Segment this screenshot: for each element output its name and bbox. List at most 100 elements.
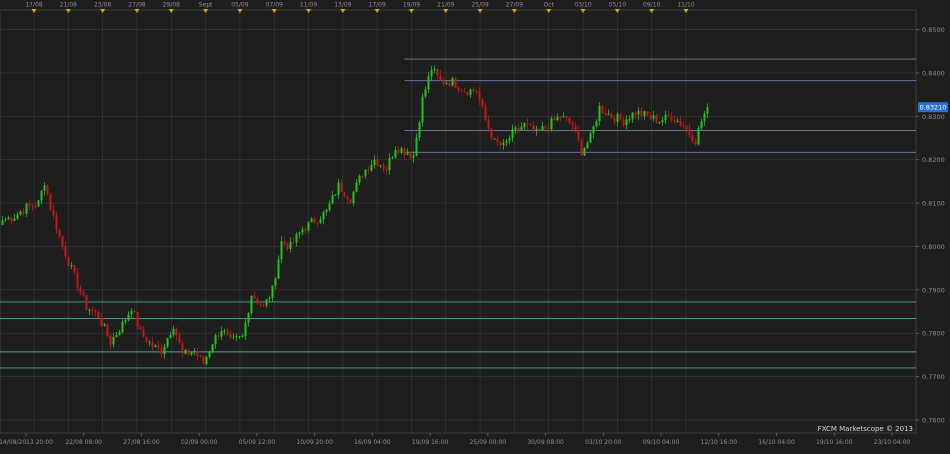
- candle-body: [586, 142, 589, 148]
- candle-body: [193, 350, 196, 353]
- x-bottom-label: 10/09 20:00: [296, 439, 333, 446]
- candle-body: [220, 331, 223, 337]
- candle-body: [529, 124, 532, 126]
- candle-body: [100, 317, 103, 326]
- candle-body: [652, 115, 655, 119]
- candle-body: [178, 335, 181, 344]
- candle-body: [517, 127, 520, 131]
- candle-body: [556, 117, 559, 121]
- candle-body: [226, 330, 229, 335]
- candle-body: [106, 324, 109, 336]
- candle-body: [73, 265, 76, 273]
- candle-body: [346, 196, 349, 200]
- candle-body: [31, 205, 34, 207]
- candle-body: [4, 219, 7, 221]
- candle-body: [550, 118, 553, 130]
- candle-body: [331, 195, 334, 204]
- candle-body: [133, 311, 136, 313]
- candle-body: [19, 211, 22, 215]
- candle-body: [61, 236, 64, 247]
- candle-body: [427, 76, 430, 90]
- candle-body: [145, 336, 148, 343]
- candle-body: [358, 175, 361, 183]
- candle-body: [535, 128, 538, 132]
- x-top-label: 07/09: [266, 2, 283, 9]
- candle-body: [274, 278, 277, 286]
- candle-body: [442, 80, 445, 84]
- chart-canvas[interactable]: 0.7600 0.7700 0.7800 0.7900 0.8000 0.8100 0.82…: [0, 0, 950, 450]
- candle-body: [181, 343, 184, 354]
- candle-body: [496, 138, 499, 143]
- candle-body: [421, 96, 424, 123]
- candle-body: [451, 77, 454, 86]
- candle-body: [622, 119, 625, 126]
- candle-body: [349, 199, 352, 204]
- candle-body: [247, 313, 250, 323]
- candle-body: [292, 241, 295, 243]
- candle-body: [685, 125, 688, 130]
- candle-body: [643, 111, 646, 116]
- candle-body: [343, 192, 346, 197]
- y-tick-label: 0.7800: [922, 330, 945, 338]
- candle-body: [670, 116, 673, 121]
- candle-body: [538, 128, 541, 131]
- candle-body: [154, 345, 157, 348]
- candle-body: [265, 299, 268, 306]
- candle-body: [625, 119, 628, 126]
- x-top-label: 05/10: [609, 2, 626, 9]
- candle-body: [310, 218, 313, 222]
- candle-body: [217, 335, 220, 337]
- candle-body: [694, 141, 697, 145]
- candle-body: [547, 127, 550, 130]
- candle-body: [244, 322, 247, 337]
- candle-body: [316, 222, 319, 224]
- x-bottom-label: 03/10 20:00: [585, 439, 622, 446]
- candle-body: [412, 155, 415, 158]
- chart-background: [0, 0, 950, 450]
- candle-body: [97, 312, 100, 318]
- candle-body: [631, 112, 634, 120]
- candle-body: [40, 190, 43, 201]
- x-top-label: 11/10: [677, 2, 694, 9]
- x-top-label: 05/09: [231, 2, 248, 9]
- candle-body: [682, 125, 685, 127]
- price-chart[interactable]: 0.7600 0.7700 0.7800 0.7900 0.8000 0.8100 0.82…: [0, 0, 950, 450]
- candle-body: [328, 203, 331, 210]
- candle-body: [322, 211, 325, 220]
- x-top-label: 23/08: [94, 2, 111, 9]
- candle-body: [610, 113, 613, 119]
- candle-body: [511, 129, 514, 139]
- candle-body: [49, 194, 52, 210]
- candle-body: [382, 165, 385, 169]
- y-tick-label: 0.7900: [922, 286, 945, 294]
- candle-body: [94, 311, 97, 313]
- candle-body: [499, 142, 502, 146]
- candle-body: [214, 335, 217, 345]
- candle-body: [172, 328, 175, 335]
- candle-body: [112, 337, 115, 345]
- candle-body: [367, 169, 370, 171]
- candle-body: [493, 138, 496, 140]
- candle-body: [472, 89, 475, 91]
- candle-body: [190, 352, 193, 355]
- last-price-label: 0.83210: [920, 104, 947, 112]
- candle-body: [88, 310, 91, 312]
- candle-body: [514, 127, 517, 130]
- candle-body: [583, 147, 586, 156]
- candle-body: [454, 77, 457, 88]
- candle-body: [589, 133, 592, 143]
- candle-body: [163, 346, 166, 355]
- candle-body: [127, 314, 130, 321]
- candle-body: [541, 126, 544, 131]
- candle-body: [91, 310, 94, 312]
- candle-body: [637, 110, 640, 115]
- candle-body: [604, 112, 607, 115]
- x-top-label: 19/09: [403, 2, 420, 9]
- candle-body: [595, 121, 598, 127]
- candle-body: [379, 165, 382, 167]
- x-top-label: 25/09: [471, 2, 488, 9]
- watermark: FXCM Marketscope © 2013: [818, 425, 913, 433]
- candle-body: [406, 153, 409, 155]
- candle-body: [295, 234, 298, 243]
- x-bottom-label: 27/08 16:00: [123, 439, 160, 446]
